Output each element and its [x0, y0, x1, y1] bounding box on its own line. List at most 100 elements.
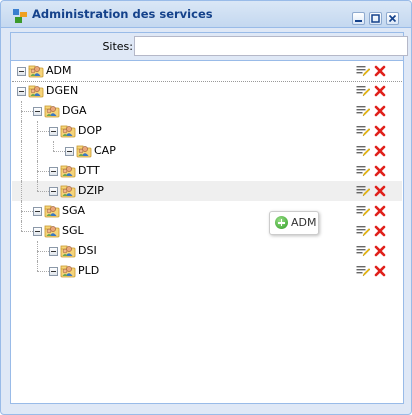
collapse-toggle[interactable]: [17, 67, 26, 76]
service-group-icon: [44, 224, 60, 238]
tree-node-label[interactable]: DGA: [62, 104, 87, 118]
delete-icon[interactable]: [374, 145, 386, 157]
tree-guide-line: [21, 101, 22, 121]
sites-label: Sites:: [102, 40, 133, 53]
edit-icon[interactable]: [356, 245, 371, 257]
close-icon: [388, 14, 397, 23]
tree-guide-line: [21, 121, 22, 141]
tree-guide-line: [37, 261, 38, 271]
tree-connector: [21, 211, 33, 212]
service-group-icon: [60, 244, 76, 258]
tree-guide-line: [37, 181, 38, 191]
tree-guide-line: [21, 221, 22, 231]
delete-icon[interactable]: [374, 225, 386, 237]
tree-connector: [37, 251, 49, 252]
tree-row[interactable]: SGL: [12, 221, 402, 241]
tree-guide-line: [37, 141, 38, 161]
edit-icon[interactable]: [356, 105, 371, 117]
tree-connector: [37, 171, 49, 172]
tree-row[interactable]: DGEN: [12, 81, 402, 101]
tree-node-label[interactable]: SGA: [62, 204, 85, 218]
minimize-button[interactable]: [352, 12, 365, 25]
service-group-icon: [76, 144, 92, 158]
tree-node-label[interactable]: DSI: [78, 244, 97, 258]
window-body: Sites: ADM DGEN DGA DOP CAP DTT DZIP SGA SGL DSI P…: [10, 32, 408, 404]
tree-guide-line: [37, 161, 38, 181]
delete-icon[interactable]: [374, 205, 386, 217]
collapse-toggle[interactable]: [33, 227, 42, 236]
tree-node-label[interactable]: DGEN: [46, 84, 78, 98]
collapse-toggle[interactable]: [33, 107, 42, 116]
delete-icon[interactable]: [374, 265, 386, 277]
tree-connector: [21, 111, 33, 112]
collapse-toggle[interactable]: [65, 147, 74, 156]
delete-icon[interactable]: [374, 85, 386, 97]
tree-guide-line: [21, 141, 22, 161]
tree-row[interactable]: DZIP: [12, 181, 402, 201]
tree-row[interactable]: DOP: [12, 121, 402, 141]
collapse-toggle[interactable]: [49, 127, 58, 136]
edit-icon[interactable]: [356, 125, 371, 137]
delete-icon[interactable]: [374, 65, 386, 77]
edit-icon[interactable]: [356, 65, 371, 77]
tree-node-label[interactable]: DOP: [78, 124, 102, 138]
delete-icon[interactable]: [374, 165, 386, 177]
edit-icon[interactable]: [356, 165, 371, 177]
delete-icon[interactable]: [374, 185, 386, 197]
tree-node-label[interactable]: PLD: [78, 264, 99, 278]
tree-row[interactable]: DTT: [12, 161, 402, 181]
sites-filter-row: Sites:: [11, 33, 408, 61]
tree-row[interactable]: ADM: [12, 61, 402, 82]
services-app-icon: [13, 9, 27, 23]
tree-row[interactable]: SGA: [12, 201, 402, 221]
tree-guide-line: [21, 201, 22, 221]
collapse-toggle[interactable]: [49, 167, 58, 176]
collapse-toggle[interactable]: [49, 187, 58, 196]
delete-icon[interactable]: [374, 105, 386, 117]
tree-connector: [37, 131, 49, 132]
collapse-toggle[interactable]: [33, 207, 42, 216]
tree-row[interactable]: PLD: [12, 261, 402, 281]
sites-input[interactable]: [134, 36, 408, 56]
edit-icon[interactable]: [356, 185, 371, 197]
close-button[interactable]: [386, 12, 399, 25]
collapse-toggle[interactable]: [49, 247, 58, 256]
service-group-icon: [28, 84, 44, 98]
service-group-icon: [60, 184, 76, 198]
tree-connector: [53, 151, 65, 152]
tree-guide-line: [53, 141, 54, 151]
tree-node-label[interactable]: DTT: [78, 164, 100, 178]
services-window: Administration des services Sites: ADM DG…: [0, 0, 412, 415]
tree-connector: [21, 231, 33, 232]
service-group-icon: [44, 104, 60, 118]
tree-guide-line: [37, 241, 38, 261]
maximize-icon: [371, 14, 380, 23]
tree-node-label[interactable]: CAP: [94, 144, 116, 158]
delete-icon[interactable]: [374, 125, 386, 137]
edit-icon[interactable]: [356, 85, 371, 97]
collapse-toggle[interactable]: [17, 87, 26, 96]
tree-guide-line: [37, 121, 38, 141]
edit-icon[interactable]: [356, 225, 371, 237]
tree-guide-line: [21, 181, 22, 201]
add-icon: [275, 216, 288, 229]
edit-icon[interactable]: [356, 145, 371, 157]
tree-node-label[interactable]: DZIP: [78, 184, 104, 198]
window-titlebar[interactable]: Administration des services: [1, 1, 411, 28]
tree-row[interactable]: CAP: [12, 141, 402, 161]
service-group-icon: [28, 64, 44, 78]
edit-icon[interactable]: [356, 265, 371, 277]
minimize-icon: [355, 20, 362, 22]
service-group-icon: [60, 164, 76, 178]
tree-connector: [37, 191, 49, 192]
collapse-toggle[interactable]: [49, 267, 58, 276]
tree-row[interactable]: DSI: [12, 241, 402, 261]
maximize-button[interactable]: [369, 12, 382, 25]
delete-icon[interactable]: [374, 245, 386, 257]
edit-icon[interactable]: [356, 205, 371, 217]
tree-row[interactable]: DGA: [12, 101, 402, 121]
tree-node-label[interactable]: SGL: [62, 224, 84, 238]
tree-node-label[interactable]: ADM: [46, 64, 72, 78]
service-group-icon: [44, 204, 60, 218]
drag-drop-tooltip: ADM: [269, 211, 319, 235]
